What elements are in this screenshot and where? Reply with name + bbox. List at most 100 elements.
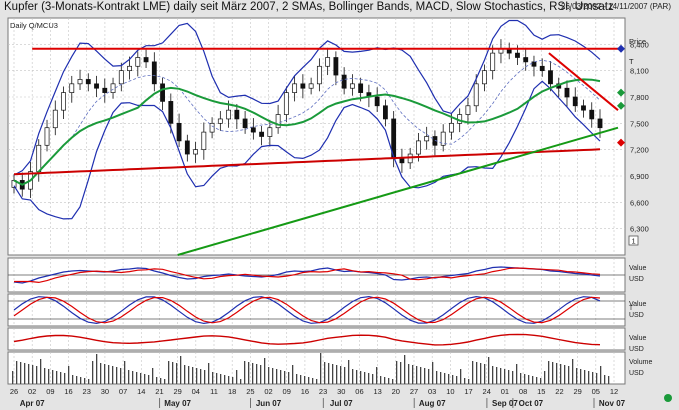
candle-body: [184, 140, 190, 155]
x-day-tick: 26: [10, 387, 18, 396]
volume-bar: [420, 367, 422, 384]
x-day-tick: 16: [301, 387, 309, 396]
volume-label-unit: USD: [629, 370, 644, 377]
volume-bar: [208, 363, 210, 384]
x-month-label: Aug 07: [419, 399, 446, 408]
chart-window: Kupfer (3-Monats-Kontrakt LME) daily sei…: [0, 0, 679, 410]
volume-bar: [132, 371, 134, 384]
volume-bar: [112, 366, 114, 384]
volume-bar: [200, 369, 202, 384]
x-day-tick: 27: [410, 387, 418, 396]
volume-bar: [124, 361, 126, 384]
volume-bar: [320, 353, 322, 384]
candle-body: [358, 83, 364, 93]
volume-bar: [104, 364, 106, 384]
price-badge: 1: [632, 237, 636, 246]
volume-bar: [48, 369, 50, 384]
volume-bar: [256, 364, 258, 384]
volume-bar: [24, 363, 26, 384]
candle-body: [118, 70, 124, 85]
volume-bar: [296, 374, 298, 384]
volume-bar: [272, 368, 274, 384]
volume-bar: [60, 372, 62, 384]
volume-bar: [396, 361, 398, 384]
volume-bar: [492, 366, 494, 384]
volume-bar: [388, 378, 390, 384]
volume-bar: [516, 364, 518, 384]
candle-body: [242, 118, 248, 129]
volume-bar: [580, 369, 582, 384]
volume-bar: [600, 366, 602, 384]
volume-bar: [224, 375, 226, 384]
volume-bar: [364, 372, 366, 384]
volume-bar: [80, 377, 82, 384]
brand-dot: [664, 394, 672, 402]
candle-body: [250, 127, 256, 133]
volume-bar: [240, 379, 242, 384]
candle-body: [349, 83, 355, 89]
x-day-tick: 08: [519, 387, 527, 396]
x-day-tick: 16: [64, 387, 72, 396]
volume-bar: [260, 365, 262, 384]
volume-bar: [344, 367, 346, 384]
volume-bar: [68, 366, 70, 384]
volume-bar: [340, 366, 342, 384]
volume-bar: [176, 363, 178, 384]
candle-body: [597, 118, 603, 129]
x-day-tick: 25: [246, 387, 254, 396]
x-day-tick: 03: [428, 387, 436, 396]
volume-bar: [436, 371, 438, 384]
chart-canvas[interactable]: 6,3006,6006,9007,2007,5007,8008,1008,400…: [0, 0, 679, 410]
x-day-tick: 18: [228, 387, 236, 396]
price-axis-label: Price: [629, 37, 646, 46]
candle-body: [325, 57, 331, 67]
volume-bar: [400, 362, 402, 384]
price-tick-label: 7,800: [630, 93, 649, 102]
x-day-tick: 14: [137, 387, 145, 396]
candle-body: [226, 109, 232, 120]
candle-body: [572, 96, 578, 107]
volume-bar: [88, 379, 90, 384]
volume-bar: [280, 370, 282, 384]
candle-body: [102, 87, 108, 93]
price-tick-label: 7,200: [630, 146, 649, 155]
volume-bar: [520, 373, 522, 384]
volume-bar: [308, 377, 310, 384]
volume-bar: [216, 373, 218, 384]
volume-bar: [108, 365, 110, 384]
volume-bar: [568, 366, 570, 384]
candle-body: [36, 144, 42, 172]
candle-body: [160, 83, 165, 102]
x-day-tick: 21: [155, 387, 163, 396]
price-tick-label: 8,100: [630, 67, 649, 76]
x-day-tick: 11: [210, 387, 218, 396]
volume-bar: [40, 359, 42, 384]
rsi-panel: [7, 327, 626, 351]
volume-bar: [404, 355, 406, 384]
candle-body: [308, 83, 314, 89]
candle-body: [539, 65, 545, 72]
volume-bar: [32, 365, 34, 384]
volume-bar: [592, 372, 594, 384]
candle-body: [135, 57, 141, 67]
candle-body: [283, 92, 289, 115]
candle-body: [416, 140, 421, 155]
x-day-tick: 06: [355, 387, 363, 396]
x-day-tick: 15: [537, 387, 545, 396]
volume-bar: [148, 375, 150, 384]
volume-bar: [528, 375, 530, 384]
volume-bar: [512, 371, 514, 384]
volume-bar: [64, 373, 66, 384]
volume-bar: [236, 370, 238, 384]
volume-bar: [452, 375, 454, 384]
x-day-tick: 24: [483, 387, 491, 396]
volume-bar: [16, 361, 18, 384]
volume-bar: [152, 368, 154, 384]
volume-bar: [476, 362, 478, 384]
volume-bar: [496, 367, 498, 384]
x-day-tick: 13: [373, 387, 381, 396]
x-day-tick: 17: [464, 387, 472, 396]
volume-bar: [12, 371, 14, 384]
x-day-tick: 23: [83, 387, 91, 396]
volume-bar: [372, 374, 374, 384]
